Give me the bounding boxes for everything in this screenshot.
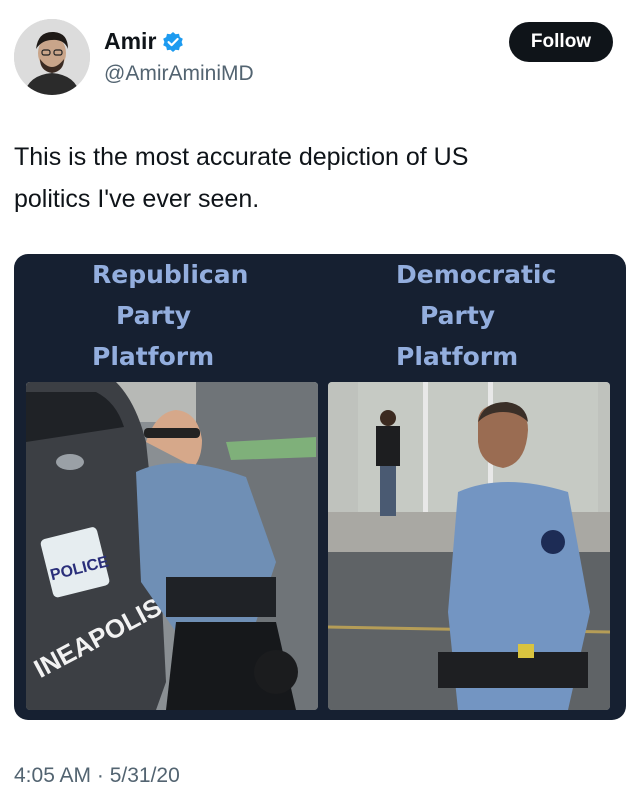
- right-caption: Democratic Party Platform: [396, 254, 626, 377]
- caption-line: Party: [420, 301, 496, 330]
- caption-line: Republican: [92, 260, 249, 289]
- caption-line: Platform: [92, 342, 215, 371]
- tweet-media[interactable]: Republican Party Platform Democratic Par…: [14, 254, 626, 720]
- caption-line: Party: [116, 301, 192, 330]
- tweet-text-line: This is the most accurate depiction of U…: [14, 143, 469, 171]
- user-name-row[interactable]: Amir: [104, 28, 184, 55]
- caption-line: Platform: [396, 342, 519, 371]
- caption-line: Democratic: [396, 260, 557, 289]
- tweet-text-line: politics I've ever seen.: [14, 185, 260, 213]
- avatar[interactable]: [14, 19, 90, 95]
- tweet-timestamp[interactable]: 4:05 AM · 5/31/20: [14, 764, 180, 788]
- display-name[interactable]: Amir: [104, 28, 156, 55]
- left-caption: Republican Party Platform: [92, 254, 398, 377]
- avatar-image: [14, 19, 90, 95]
- tweet-text: This is the most accurate depiction of U…: [14, 136, 614, 220]
- user-handle[interactable]: @AmirAminiMD: [104, 62, 254, 86]
- verified-badge-icon: [163, 31, 184, 52]
- right-photo: [328, 382, 610, 710]
- follow-button[interactable]: Follow: [509, 22, 613, 62]
- left-photo: POLICE INEAPOLIS: [26, 382, 318, 710]
